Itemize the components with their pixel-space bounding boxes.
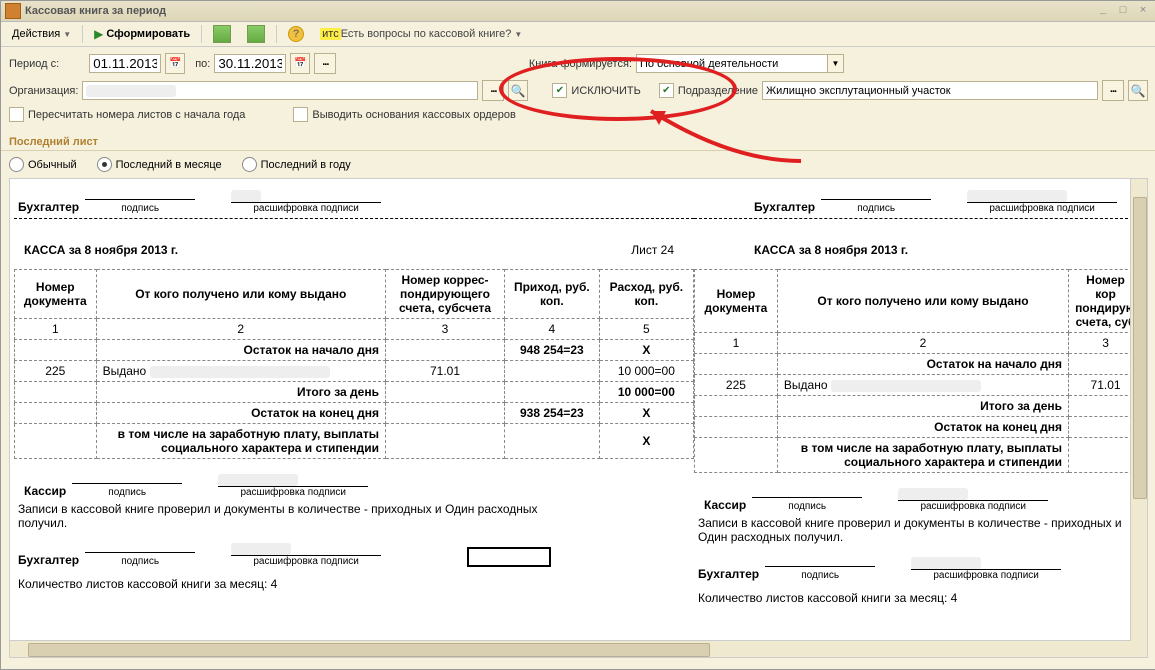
maximize-button[interactable]: □ xyxy=(1114,4,1132,18)
period-from-calendar[interactable]: 📅 xyxy=(165,53,185,74)
subdiv-select-button[interactable]: ... xyxy=(1102,80,1124,101)
book-forms-label: Книга формируется: xyxy=(529,58,632,70)
org-input[interactable] xyxy=(82,81,478,100)
exclude-checkbox[interactable] xyxy=(552,83,567,98)
black-rectangle xyxy=(467,547,551,567)
last-sheet-title: Последний лист xyxy=(1,132,1155,151)
period-select-button[interactable]: ... xyxy=(314,53,336,74)
org-search-button[interactable]: 🔍 xyxy=(508,80,528,101)
minimize-button[interactable]: _ xyxy=(1094,4,1112,18)
org-label: Организация: xyxy=(9,85,78,97)
period-from-input[interactable] xyxy=(89,54,161,73)
radio-last-year[interactable] xyxy=(242,157,257,172)
toolbar-icon-1[interactable] xyxy=(206,23,238,45)
actions-menu[interactable]: Действия▼ xyxy=(5,23,78,45)
exclude-label: ИСКЛЮЧИТЬ xyxy=(571,85,640,97)
app-icon xyxy=(5,3,21,19)
period-to-input[interactable] xyxy=(214,54,286,73)
showbasis-label: Выводить основания кассовых ордеров xyxy=(312,109,515,121)
form-button[interactable]: ▶Сформировать xyxy=(87,23,197,45)
vertical-scrollbar[interactable] xyxy=(1130,179,1147,657)
book-forms-combo[interactable]: По основной деятельности ▼ xyxy=(636,54,844,73)
help-button[interactable]: ? xyxy=(281,23,311,45)
report-area: Бухгалтер подпись расшифровка подписи КА… xyxy=(9,178,1148,658)
book-forms-value: По основной деятельности xyxy=(640,58,778,70)
its-question-button[interactable]: итсЕсть вопросы по кассовой книге?▼ xyxy=(313,23,529,45)
subdiv-value: Жилищно эксплутационный участок xyxy=(766,85,951,97)
toolbar: Действия▼ ▶Сформировать ? итсЕсть вопрос… xyxy=(1,22,1155,47)
showbasis-checkbox[interactable] xyxy=(293,107,308,122)
subdiv-search-button[interactable]: 🔍 xyxy=(1128,80,1148,101)
window-title: Кассовая книга за период xyxy=(25,5,166,17)
cash-table-left: Номер документа От кого получено или ком… xyxy=(14,269,694,459)
last-sheet-radios: Обычный Последний в месяце Последний в г… xyxy=(1,151,1155,178)
subdiv-checkbox[interactable] xyxy=(659,83,674,98)
period-to-label: по: xyxy=(195,58,210,70)
cash-table-right: Номер документа От кого получено или ком… xyxy=(694,269,1143,473)
org-select-button[interactable]: ... xyxy=(482,80,504,101)
filters-panel: Период с: 📅 по: 📅 ... Книга формируется:… xyxy=(1,47,1155,132)
subdiv-label: Подразделение xyxy=(678,85,758,97)
period-to-calendar[interactable]: 📅 xyxy=(290,53,310,74)
recount-checkbox[interactable] xyxy=(9,107,24,122)
titlebar: Кассовая книга за период _ □ × xyxy=(1,1,1155,22)
toolbar-icon-2[interactable] xyxy=(240,23,272,45)
subdiv-input[interactable]: Жилищно эксплутационный участок xyxy=(762,81,1098,100)
close-button[interactable]: × xyxy=(1134,4,1152,18)
period-from-label: Период с: xyxy=(9,58,59,70)
recount-label: Пересчитать номера листов с начала года xyxy=(28,109,245,121)
radio-last-month[interactable] xyxy=(97,157,112,172)
radio-usual[interactable] xyxy=(9,157,24,172)
horizontal-scrollbar[interactable] xyxy=(10,640,1131,657)
dropdown-icon[interactable]: ▼ xyxy=(827,55,843,72)
